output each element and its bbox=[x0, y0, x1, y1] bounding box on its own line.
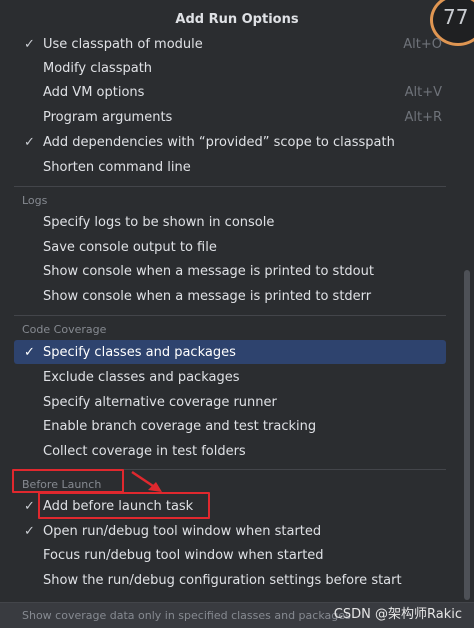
option-label: Exclude classes and packages bbox=[43, 369, 240, 385]
option-shortcut: Alt+R bbox=[404, 109, 442, 125]
option-label: Enable branch coverage and test tracking bbox=[43, 418, 317, 434]
option-label: Save console output to file bbox=[43, 239, 217, 255]
option-use-classpath-of-module[interactable]: ✓ Use classpath of module Alt+O bbox=[14, 32, 446, 56]
option-shortcut: Alt+V bbox=[404, 84, 442, 100]
option-label: Show the run/debug configuration setting… bbox=[43, 572, 402, 588]
option-specify-logs[interactable]: Specify logs to be shown in console bbox=[14, 210, 446, 234]
option-label: Modify classpath bbox=[43, 60, 153, 76]
scrollbar-thumb[interactable] bbox=[464, 270, 470, 600]
option-show-console-stderr[interactable]: Show console when a message is printed t… bbox=[14, 284, 446, 308]
add-run-options-popup: Add Run Options 77 ✓ Use classpath of mo… bbox=[0, 0, 474, 628]
option-label: Focus run/debug tool window when started bbox=[43, 547, 324, 563]
option-branch-coverage[interactable]: Enable branch coverage and test tracking bbox=[14, 414, 446, 438]
watermark: CSDN @架构师Rakic bbox=[333, 607, 462, 622]
option-show-config-before-start[interactable]: Show the run/debug configuration setting… bbox=[14, 568, 446, 592]
option-specify-classes-and-packages[interactable]: ✓ Specify classes and packages bbox=[14, 340, 446, 364]
option-alternative-coverage-runner[interactable]: Specify alternative coverage runner bbox=[14, 390, 446, 414]
section-header-code-coverage: Code Coverage bbox=[22, 323, 107, 336]
option-modify-classpath[interactable]: Modify classpath bbox=[14, 56, 446, 80]
option-label: Program arguments bbox=[43, 109, 173, 125]
section-header-logs: Logs bbox=[22, 194, 48, 207]
annotation-arrow-icon bbox=[131, 470, 162, 492]
check-icon: ✓ bbox=[24, 134, 35, 150]
check-icon: ✓ bbox=[24, 344, 35, 360]
option-label: Add dependencies with “provided” scope t… bbox=[43, 134, 395, 150]
option-shortcut: Alt+O bbox=[403, 36, 442, 52]
option-label: Add VM options bbox=[43, 84, 145, 100]
annotation-box-add-task bbox=[38, 492, 210, 519]
option-label: Open run/debug tool window when started bbox=[43, 523, 322, 539]
popup-title: Add Run Options bbox=[175, 12, 299, 27]
section-divider bbox=[14, 186, 446, 187]
option-label: Collect coverage in test folders bbox=[43, 443, 246, 459]
option-label: Specify classes and packages bbox=[43, 344, 236, 360]
check-icon: ✓ bbox=[24, 36, 35, 52]
option-label: Specify alternative coverage runner bbox=[43, 394, 277, 410]
annotation-box-before-launch bbox=[12, 469, 124, 493]
option-label: Use classpath of module bbox=[43, 36, 203, 52]
option-coverage-test-folders[interactable]: Collect coverage in test folders bbox=[14, 439, 446, 463]
option-exclude-classes-and-packages[interactable]: Exclude classes and packages bbox=[14, 365, 446, 389]
progress-badge-value: 77 bbox=[443, 5, 469, 29]
option-save-console-output[interactable]: Save console output to file bbox=[14, 235, 446, 259]
option-label: Show console when a message is printed t… bbox=[43, 263, 374, 279]
option-focus-tool-window[interactable]: Focus run/debug tool window when started bbox=[14, 543, 446, 567]
option-add-vm-options[interactable]: Add VM options Alt+V bbox=[14, 80, 446, 104]
option-label: Shorten command line bbox=[43, 159, 191, 175]
option-label: Specify logs to be shown in console bbox=[43, 214, 275, 230]
option-shorten-command-line[interactable]: Shorten command line bbox=[14, 155, 446, 179]
option-add-provided-dependencies[interactable]: ✓ Add dependencies with “provided” scope… bbox=[14, 130, 446, 154]
section-divider bbox=[14, 315, 446, 316]
option-program-arguments[interactable]: Program arguments Alt+R bbox=[14, 105, 446, 129]
option-show-console-stdout[interactable]: Show console when a message is printed t… bbox=[14, 259, 446, 283]
option-open-tool-window[interactable]: ✓ Open run/debug tool window when starte… bbox=[14, 519, 446, 543]
check-icon: ✓ bbox=[24, 523, 35, 539]
option-label: Show console when a message is printed t… bbox=[43, 288, 372, 304]
check-icon: ✓ bbox=[24, 498, 35, 514]
